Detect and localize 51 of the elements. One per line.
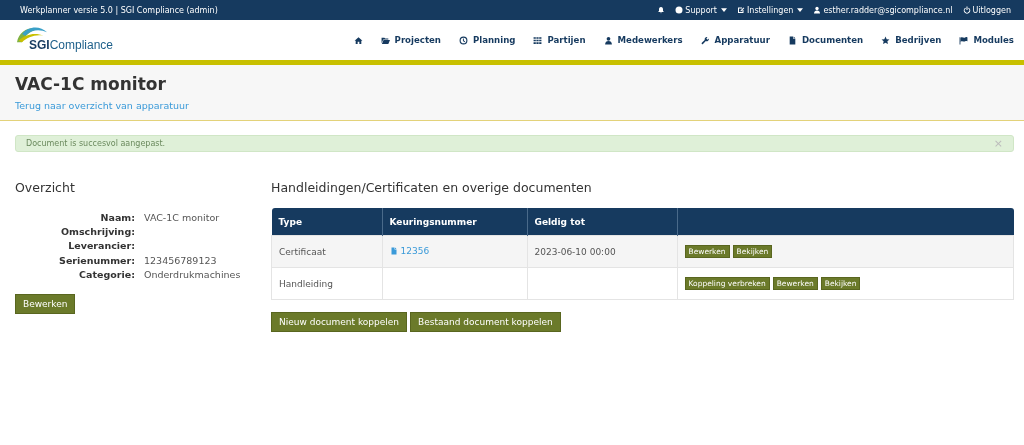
field-label: Naam: [99, 211, 135, 225]
nav-link[interactable]: Partijen [533, 35, 586, 45]
field-label: Omschrijving: [59, 225, 135, 240]
home-icon[interactable] [353, 35, 363, 45]
dropdown-menu-link[interactable]: Support [675, 5, 727, 15]
power-icon [962, 6, 971, 14]
star-icon [881, 35, 891, 45]
field-value: VAC-1C monitor [144, 211, 221, 225]
app-version-title: Werkplanner versie 5.0 | SGI Compliance (admin) [20, 5, 218, 15]
edit-button[interactable]: Bewerken [15, 294, 76, 314]
bell-icon[interactable] [657, 6, 666, 14]
file-icon [787, 35, 797, 45]
page-title: VAC-1C monitor [15, 74, 167, 94]
top-link[interactable]: esther.radder@sgicompliance.nl [813, 5, 953, 15]
wrench-icon [700, 35, 710, 45]
nav-link[interactable]: Medewerkers [603, 35, 683, 45]
folder-icon [380, 35, 390, 45]
alert-message: Document is succesvol aangepast. [26, 139, 166, 148]
section-title: Handleidingen/Certificaten en overige documenten [271, 180, 593, 195]
section-title: Overzicht [15, 180, 76, 195]
logo-text: SGICompliance [29, 38, 115, 52]
user-icon [603, 35, 613, 45]
user-icon [813, 6, 822, 14]
column-header: Type [271, 208, 382, 236]
caret-icon [797, 8, 804, 12]
field-value: 123456789123 [144, 253, 218, 268]
column-header: Keuringsnummer [382, 208, 527, 236]
nav-link[interactable]: Apparatuur [700, 35, 770, 45]
table-cell: 2023-06-10 00:00 [534, 246, 616, 257]
nav-link[interactable]: Projecten [380, 35, 441, 45]
dropdown-menu-link[interactable]: Instellingen [736, 5, 804, 15]
field-value: Onderdrukmachines [144, 267, 242, 282]
top-link[interactable]: Uitloggen [962, 5, 1011, 15]
grid-icon [533, 35, 543, 45]
table-cell: Handleiding [279, 278, 333, 289]
link-document-button[interactable]: Nieuw document koppelen [271, 312, 408, 332]
caret-icon [720, 8, 727, 12]
column-header: Geldig tot [527, 208, 677, 236]
nav-link[interactable]: Modules [959, 35, 1014, 45]
clock-icon [458, 35, 468, 45]
field-label: Categorie: [78, 267, 135, 282]
file-icon [389, 247, 398, 255]
link-document-button[interactable]: Bestaand document koppelen [410, 312, 561, 332]
field-label: Serienummer: [58, 253, 135, 268]
flag-icon [959, 35, 969, 45]
nav-link[interactable]: Documenten [787, 35, 864, 45]
nav-link[interactable]: Planning [458, 35, 516, 45]
nav-link[interactable]: Bedrijven [881, 35, 942, 45]
field-label: Leverancier: [67, 239, 135, 254]
table-cell: Certificaat [279, 246, 326, 257]
edit-icon [736, 6, 745, 14]
